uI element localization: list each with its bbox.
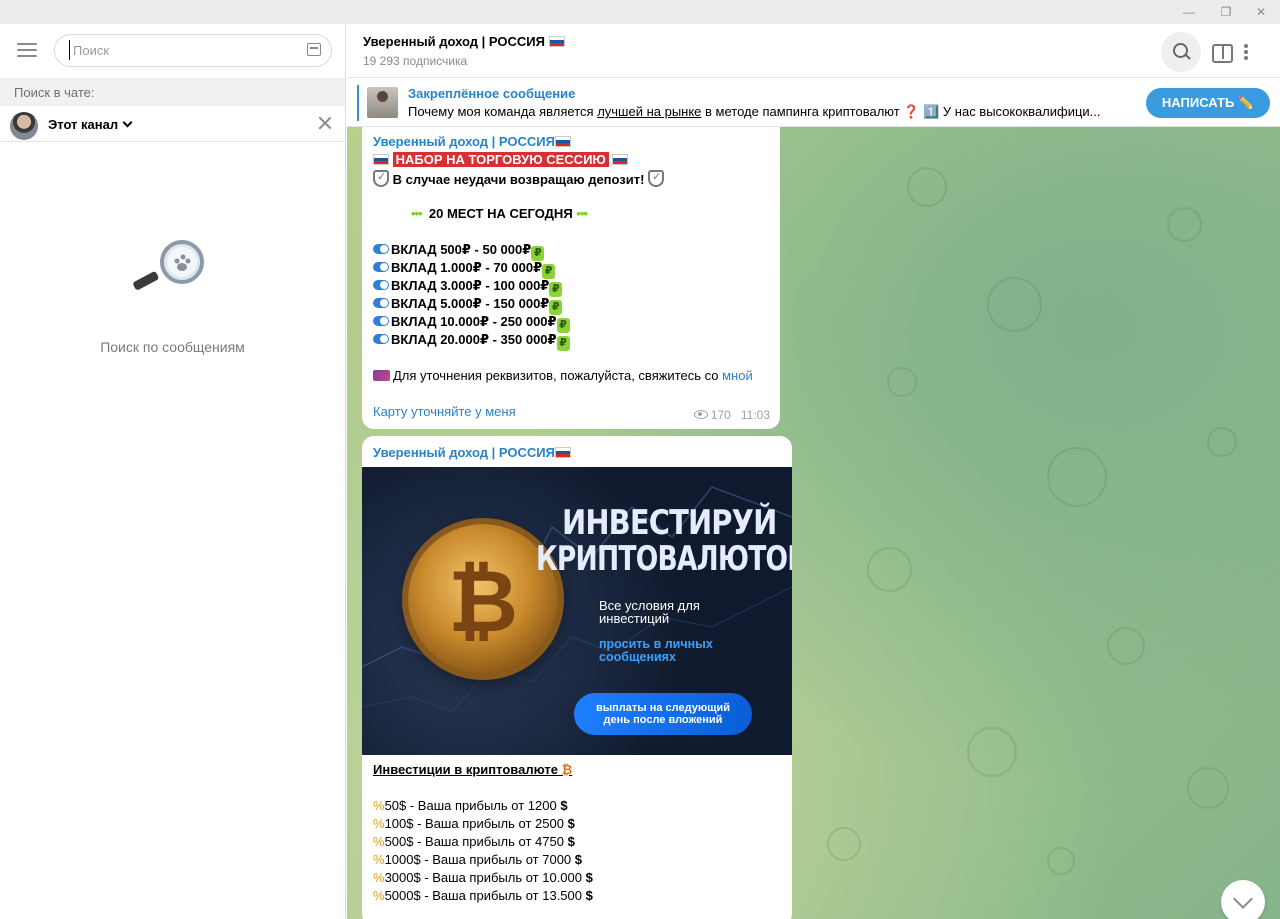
- ruble-icon: ₽: [531, 246, 545, 261]
- chat-title[interactable]: Уверенный доход | РОССИЯ: [363, 34, 565, 49]
- deposit-row: ВКЛАД 500₽ - 50 000₽ ₽: [373, 242, 545, 261]
- maximize-icon[interactable]: ❐: [1210, 0, 1242, 24]
- write-button[interactable]: НАПИСАТЬ ✏️: [1146, 88, 1270, 118]
- banner-text-1: Все условия для инвестиций: [599, 598, 700, 626]
- russia-flag-icon: [373, 154, 389, 165]
- percent-icon: %: [373, 834, 385, 849]
- profit-row: %100$ - Ваша прибыль от 2500 $: [373, 816, 575, 831]
- percent-icon: %: [373, 870, 385, 885]
- ruble-icon: ₽: [542, 264, 556, 279]
- chevron-down-icon: [122, 117, 133, 128]
- search-icon[interactable]: [1161, 32, 1201, 72]
- profit-row: %5000$ - Ваша прибыль от 13.500 $: [373, 888, 593, 903]
- subscriber-count: 19 293 подписчика: [363, 54, 468, 68]
- window-titlebar: — ❐ ✕: [0, 0, 1280, 24]
- pinned-text: Почему моя команда является лучшей на ры…: [408, 104, 1101, 119]
- calendar-icon[interactable]: [307, 43, 321, 56]
- chat-header: Уверенный доход | РОССИЯ 19 293 подписчи…: [347, 24, 1280, 78]
- shield-icon: [648, 170, 665, 187]
- scroll-down-button[interactable]: [1221, 880, 1265, 919]
- close-window-icon[interactable]: ✕: [1245, 0, 1277, 24]
- banner-text-2: просить в личных сообщениях: [599, 637, 713, 664]
- toggle-icon: [373, 316, 389, 326]
- contact-link[interactable]: мной: [722, 368, 753, 383]
- pinned-message[interactable]: Закреплённое сообщение Почему моя команд…: [347, 79, 1280, 127]
- message-bubble[interactable]: Уверенный доход | РОССИЯ НАБОР НА ТОРГОВ…: [362, 127, 780, 429]
- message-meta: 170 11:03: [693, 408, 770, 422]
- russia-flag-icon: [548, 36, 565, 47]
- pinned-title: Закреплённое сообщение: [408, 86, 576, 101]
- more-icon[interactable]: [1236, 32, 1256, 72]
- profit-row: %3000$ - Ваша прибыль от 10.000 $: [373, 870, 593, 885]
- russia-flag-icon: [612, 154, 629, 165]
- post-heading: Инвестиции в криптовалюте ₿: [373, 762, 573, 777]
- banner-heading-2: КРИПТОВАЛЮТОЙ: [536, 539, 792, 579]
- seats-line: ••• 20 МЕСТ НА СЕГОДНЯ •••: [411, 206, 588, 221]
- ruble-icon: ₽: [549, 282, 563, 297]
- russia-flag-icon: [554, 136, 571, 147]
- toggle-icon: [373, 334, 389, 344]
- search-scope-selector[interactable]: Этот канал: [0, 106, 345, 142]
- deposit-row: ВКЛАД 1.000₽ - 70 000₽ ₽: [373, 260, 556, 279]
- percent-icon: %: [373, 798, 385, 813]
- search-input[interactable]: [69, 40, 299, 60]
- message-bubble[interactable]: Уверенный доход | РОССИЯ ₿ ИНВЕСТИРУЙ КР…: [362, 436, 792, 919]
- deposit-row: ВКЛАД 20.000₽ - 350 000₽ ₽: [373, 332, 570, 351]
- message-author[interactable]: Уверенный доход | РОССИЯ: [373, 134, 571, 149]
- guarantee-line: В случае неудачи возвращаю депозит!: [373, 170, 665, 187]
- pinned-thumbnail: [367, 87, 398, 118]
- profit-row: %500$ - Ваша прибыль от 4750 $: [373, 834, 575, 849]
- avatar: [10, 112, 38, 140]
- toggle-icon: [373, 244, 389, 254]
- toggle-icon: [373, 262, 389, 272]
- deposit-row: ВКЛАД 3.000₽ - 100 000₽ ₽: [373, 278, 563, 297]
- ruble-icon: ₽: [549, 300, 563, 315]
- banner-image[interactable]: ₿ ИНВЕСТИРУЙ КРИПТОВАЛЮТОЙ Все условия д…: [362, 467, 792, 755]
- views-icon: [693, 410, 708, 419]
- minimize-icon[interactable]: —: [1173, 0, 1205, 24]
- empty-search-label: Поиск по сообщениям: [100, 339, 245, 355]
- percent-icon: %: [373, 888, 385, 903]
- contact-line: Для уточнения реквизитов, пожалуйста, св…: [373, 368, 753, 383]
- banner-pill: выплаты на следующий день после вложений: [574, 693, 752, 735]
- card-link[interactable]: Карту уточняйте у меня: [373, 404, 516, 419]
- profit-row: %50$ - Ваша прибыль от 1200 $: [373, 798, 568, 813]
- ruble-icon: ₽: [556, 318, 570, 333]
- card-icon: [373, 370, 390, 381]
- deposit-row: ВКЛАД 5.000₽ - 150 000₽ ₽: [373, 296, 563, 315]
- magnifier-icon: [133, 240, 204, 290]
- deposit-row: ВКЛАД 10.000₽ - 250 000₽ ₽: [373, 314, 570, 333]
- left-panel: Поиск в чате: Этот канал Поиск по сообще…: [0, 24, 346, 919]
- russia-flag-icon: [554, 447, 571, 458]
- headline-line: НАБОР НА ТОРГОВУЮ СЕССИЮ: [373, 152, 629, 167]
- sidebar-toggle-icon[interactable]: [1201, 32, 1241, 72]
- search-field[interactable]: [54, 34, 332, 67]
- percent-icon: %: [373, 816, 385, 831]
- pinned-indicator: [357, 85, 359, 121]
- message-author[interactable]: Уверенный доход | РОССИЯ: [373, 445, 571, 460]
- percent-icon: %: [373, 852, 385, 867]
- close-icon[interactable]: [318, 116, 332, 130]
- search-in-chat-label: Поиск в чате:: [0, 78, 345, 106]
- search-scope[interactable]: Этот канал: [48, 117, 133, 132]
- menu-icon[interactable]: [17, 43, 37, 57]
- ruble-icon: ₽: [556, 336, 570, 351]
- toggle-icon: [373, 280, 389, 290]
- profit-row: %1000$ - Ваша прибыль от 7000 $: [373, 852, 583, 867]
- toggle-icon: [373, 298, 389, 308]
- shield-icon: [373, 170, 389, 187]
- banner-heading-1: ИНВЕСТИРУЙ: [562, 503, 777, 543]
